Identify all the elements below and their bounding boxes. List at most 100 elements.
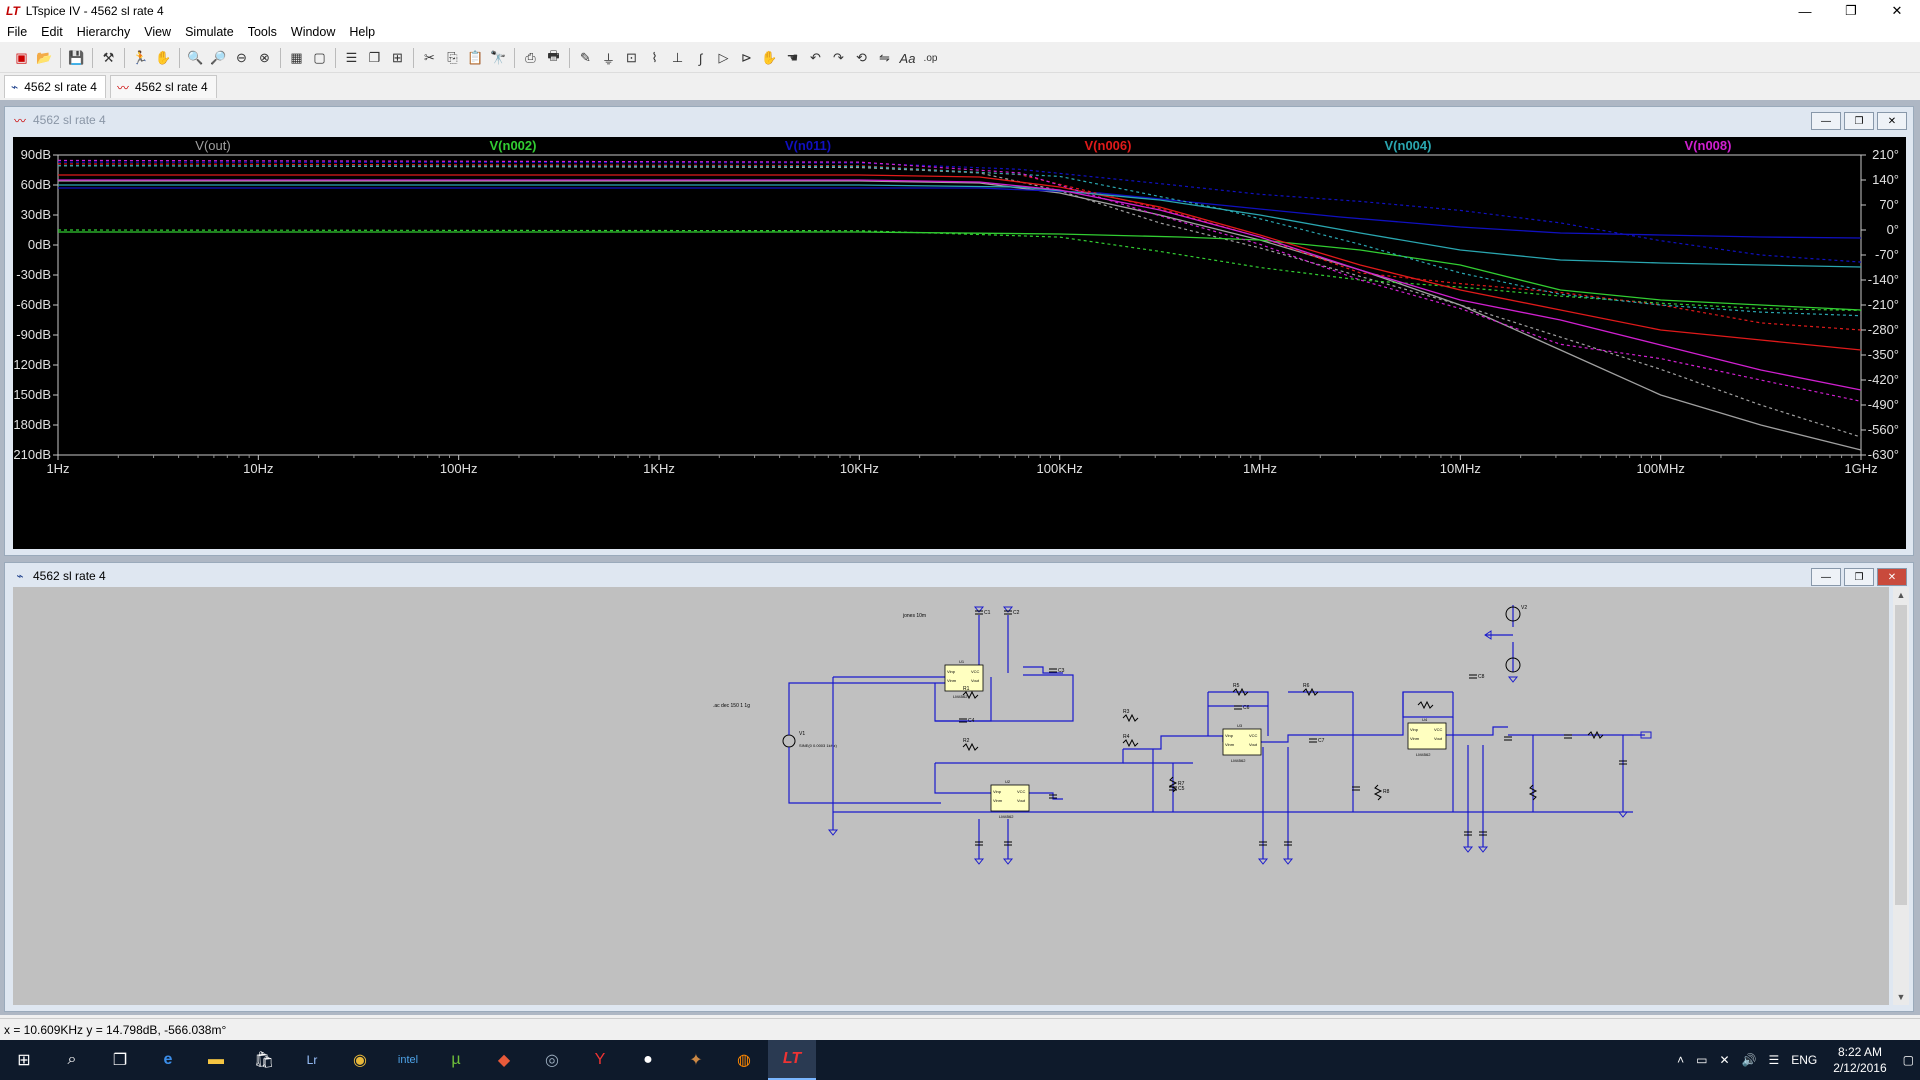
schematic-drawing[interactable]: jones 10m .ac dec 150 1 1g V1 SINE(0 0.0003…	[13, 587, 1889, 1005]
legend-vn008[interactable]: V(n008)	[1685, 138, 1732, 153]
mirror-icon[interactable]: ⇋	[875, 48, 895, 68]
scrollbar-thumb[interactable]	[1895, 605, 1907, 905]
wire[interactable]	[1293, 692, 1354, 736]
ground-symbol[interactable]	[973, 858, 985, 865]
utorrent-icon[interactable]: µ	[432, 1040, 480, 1080]
ground-symbol[interactable]	[1282, 858, 1294, 865]
zoom-pan-icon[interactable]: 🔎	[209, 48, 229, 68]
bode-plot[interactable]: 1Hz 10Hz 100Hz 1KHz 10KHz 100KHz 1MHz 10MHz 100M…	[9, 137, 1906, 549]
search-icon[interactable]: ⌕	[48, 1040, 96, 1080]
language-indicator[interactable]: ENG	[1791, 1053, 1817, 1067]
rotate-icon[interactable]: ⟲	[852, 48, 872, 68]
resistor-symbol[interactable]	[962, 742, 979, 752]
ltspice-taskbar-icon[interactable]: LT	[768, 1040, 816, 1080]
schematic-canvas[interactable]: jones 10m .ac dec 150 1 1g V1 SINE(0 0.0003…	[13, 587, 1889, 1005]
control-panel-icon[interactable]: ⚒	[99, 48, 119, 68]
close-button[interactable]: ✕	[1874, 0, 1920, 22]
ground-symbol[interactable]	[827, 829, 839, 836]
legend-vout[interactable]: V(out)	[195, 138, 230, 153]
ground-icon[interactable]: ⏚	[599, 48, 619, 68]
schematic-scrollbar[interactable]: ▲ ▼	[1893, 587, 1909, 1005]
menu-tools[interactable]: Tools	[241, 25, 284, 39]
print-preview-icon[interactable]: ⎙	[521, 48, 541, 68]
chrome-icon[interactable]: ◉	[336, 1040, 384, 1080]
menu-help[interactable]: Help	[342, 25, 382, 39]
menu-simulate[interactable]: Simulate	[178, 25, 241, 39]
cut-icon[interactable]: ✂	[420, 48, 440, 68]
ground-symbol[interactable]	[1477, 846, 1489, 853]
find-icon[interactable]: 🔭	[489, 48, 509, 68]
task-view-icon[interactable]: ❐	[96, 1040, 144, 1080]
menu-window[interactable]: Window	[284, 25, 342, 39]
resistor-symbol[interactable]	[1122, 738, 1139, 748]
paste-icon[interactable]: 📋	[466, 48, 486, 68]
resistor-symbol[interactable]	[1417, 700, 1434, 710]
tile-icon[interactable]: ⊞	[388, 48, 408, 68]
spice-directive-icon[interactable]: .op	[921, 48, 941, 68]
schematic-close-button[interactable]: ✕	[1877, 568, 1907, 586]
resistor-symbol[interactable]	[1122, 713, 1139, 723]
maximize-button[interactable]: ❐	[1828, 0, 1874, 22]
halt-icon[interactable]: ✋	[154, 48, 174, 68]
label-net-icon[interactable]: ⊡	[622, 48, 642, 68]
wire[interactable]	[935, 749, 1124, 764]
notifications-icon[interactable]: ☰	[1768, 1053, 1779, 1067]
text-icon[interactable]: Aa	[898, 48, 918, 68]
app-disc-icon[interactable]: ●	[624, 1040, 672, 1080]
scroll-up-icon[interactable]: ▲	[1893, 587, 1909, 603]
ground-symbol[interactable]	[1617, 811, 1629, 818]
wire[interactable]	[788, 682, 945, 735]
voltage-source-v1[interactable]	[782, 734, 796, 748]
zoom-fit-icon[interactable]: ⊗	[255, 48, 275, 68]
inductor-icon[interactable]: ∫	[691, 48, 711, 68]
edge-icon[interactable]: e	[144, 1040, 192, 1080]
menu-view[interactable]: View	[137, 25, 178, 39]
ground-symbol[interactable]	[1507, 676, 1519, 683]
capacitor-icon[interactable]: ⊥	[668, 48, 688, 68]
plot-minimize-button[interactable]: —	[1811, 112, 1841, 130]
chevron-up-icon[interactable]: ˄	[1677, 1053, 1684, 1067]
ground-symbol[interactable]	[1002, 858, 1014, 865]
plot-close-button[interactable]: ✕	[1877, 112, 1907, 130]
open-icon[interactable]: 📂	[35, 48, 55, 68]
wire[interactable]	[788, 747, 941, 804]
run-icon[interactable]: 🏃	[131, 48, 151, 68]
legend-vn011[interactable]: V(n011)	[785, 138, 831, 153]
store-icon[interactable]: 🛍	[240, 1040, 288, 1080]
legend-vn006[interactable]: V(n006)	[1085, 138, 1132, 153]
menu-file[interactable]: File	[0, 25, 34, 39]
lightroom-icon[interactable]: Lr	[288, 1040, 336, 1080]
resistor-icon[interactable]: ⌇	[645, 48, 665, 68]
save-icon[interactable]: 💾	[67, 48, 87, 68]
ground-symbol[interactable]	[1462, 846, 1474, 853]
ground-symbol[interactable]	[1257, 858, 1269, 865]
app-orange-icon[interactable]: ◍	[720, 1040, 768, 1080]
intel-icon[interactable]: intel	[384, 1040, 432, 1080]
new-schematic-icon[interactable]: ▣	[12, 48, 32, 68]
view-grid-icon[interactable]: ▢	[310, 48, 330, 68]
schematic-maximize-button[interactable]: ❐	[1844, 568, 1874, 586]
drag-icon[interactable]: ☚	[783, 48, 803, 68]
autorange-icon[interactable]: ▦	[287, 48, 307, 68]
tab-waveform[interactable]: 〰 4562 sl rate 4	[109, 75, 217, 98]
waveform-plot[interactable]: 1Hz 10Hz 100Hz 1KHz 10KHz 100KHz 1MHz 10MHz 100M…	[9, 137, 1906, 549]
move-icon[interactable]: ✋	[760, 48, 780, 68]
wire-icon[interactable]: ✎	[576, 48, 596, 68]
component-icon[interactable]: ⊳	[737, 48, 757, 68]
explorer-icon[interactable]: ▬	[192, 1040, 240, 1080]
redo-icon[interactable]: ↷	[829, 48, 849, 68]
app-red-icon[interactable]: ◆	[480, 1040, 528, 1080]
wire[interactable]	[934, 763, 991, 794]
wire[interactable]	[1453, 726, 1508, 736]
schematic-minimize-button[interactable]: —	[1811, 568, 1841, 586]
minimize-button[interactable]: —	[1782, 0, 1828, 22]
app-blue-icon[interactable]: ◎	[528, 1040, 576, 1080]
plot-maximize-button[interactable]: ❐	[1844, 112, 1874, 130]
zoom-out-icon[interactable]: ⊖	[232, 48, 252, 68]
menu-hierarchy[interactable]: Hierarchy	[70, 25, 138, 39]
diode-icon[interactable]: ▷	[714, 48, 734, 68]
zoom-in-icon[interactable]: 🔍	[186, 48, 206, 68]
print-icon[interactable]: 🖶	[544, 48, 564, 68]
cascade-icon[interactable]: ❐	[365, 48, 385, 68]
resistor-symbol[interactable]	[1373, 784, 1383, 801]
